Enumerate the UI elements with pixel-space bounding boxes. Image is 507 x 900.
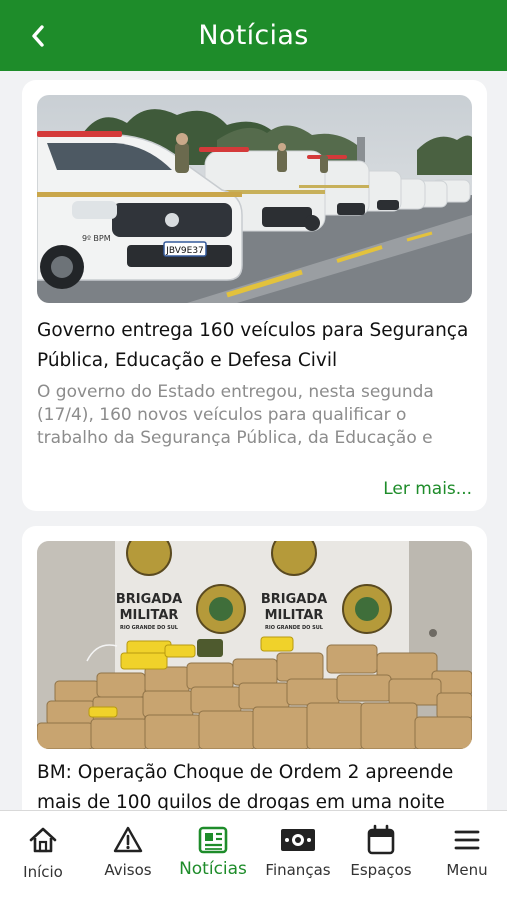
- tab-label: Espaços: [350, 861, 412, 879]
- banner-subtext: RIO GRANDE DO SUL: [265, 625, 324, 631]
- money-icon: [281, 829, 315, 851]
- home-icon: [29, 827, 57, 853]
- banner-text-brigada: BRIGADA: [116, 592, 182, 607]
- tab-label: Início: [23, 863, 63, 881]
- unit-label: 9º BPM: [82, 234, 111, 243]
- news-image-drugs[interactable]: BRIGADA MILITAR BRIGADA MILITAR RIO GRAN…: [37, 541, 472, 749]
- read-more-link[interactable]: Ler mais...: [383, 479, 472, 499]
- bottom-tab-bar: Início Avisos Notícias Finanças Espaços …: [0, 810, 507, 900]
- news-image-vehicles[interactable]: JBV9E37 9º BPM: [37, 95, 472, 303]
- tab-noticias[interactable]: Notícias: [175, 811, 251, 900]
- tab-label: Finanças: [265, 861, 331, 879]
- app-header: Notícias: [0, 0, 507, 71]
- warning-icon: [113, 826, 143, 853]
- banner-text-militar: MILITAR: [265, 608, 324, 623]
- tab-label: Notícias: [179, 859, 247, 879]
- news-card[interactable]: BRIGADA MILITAR BRIGADA MILITAR RIO GRAN…: [22, 526, 487, 810]
- tab-label: Menu: [446, 861, 488, 879]
- news-feed[interactable]: JBV9E37 9º BPM Governo entrega 160 veícu…: [0, 71, 507, 810]
- page-title: Notícias: [198, 20, 309, 51]
- news-card[interactable]: JBV9E37 9º BPM Governo entrega 160 veícu…: [22, 80, 487, 511]
- news-title[interactable]: Governo entrega 160 veículos para Segura…: [37, 316, 477, 376]
- tab-menu[interactable]: Menu: [438, 811, 496, 900]
- news-title[interactable]: BM: Operação Choque de Ordem 2 apreende …: [37, 758, 477, 810]
- banner-text-brigada: BRIGADA: [261, 592, 327, 607]
- tab-inicio[interactable]: Início: [12, 811, 74, 900]
- tab-avisos[interactable]: Avisos: [97, 811, 159, 900]
- chevron-left-icon: [32, 25, 44, 47]
- banner-text-militar: MILITAR: [120, 608, 179, 623]
- banner-subtext: RIO GRANDE DO SUL: [120, 625, 179, 631]
- news-summary: O governo do Estado entregou, nesta segu…: [37, 382, 434, 448]
- menu-icon: [454, 830, 480, 850]
- license-plate: JBV9E37: [165, 246, 204, 256]
- tab-financas[interactable]: Finanças: [262, 811, 334, 900]
- back-button[interactable]: [22, 20, 54, 52]
- news-icon: [198, 826, 228, 854]
- tab-espacos[interactable]: Espaços: [346, 811, 416, 900]
- tab-label: Avisos: [104, 861, 152, 879]
- calendar-icon: [367, 824, 395, 855]
